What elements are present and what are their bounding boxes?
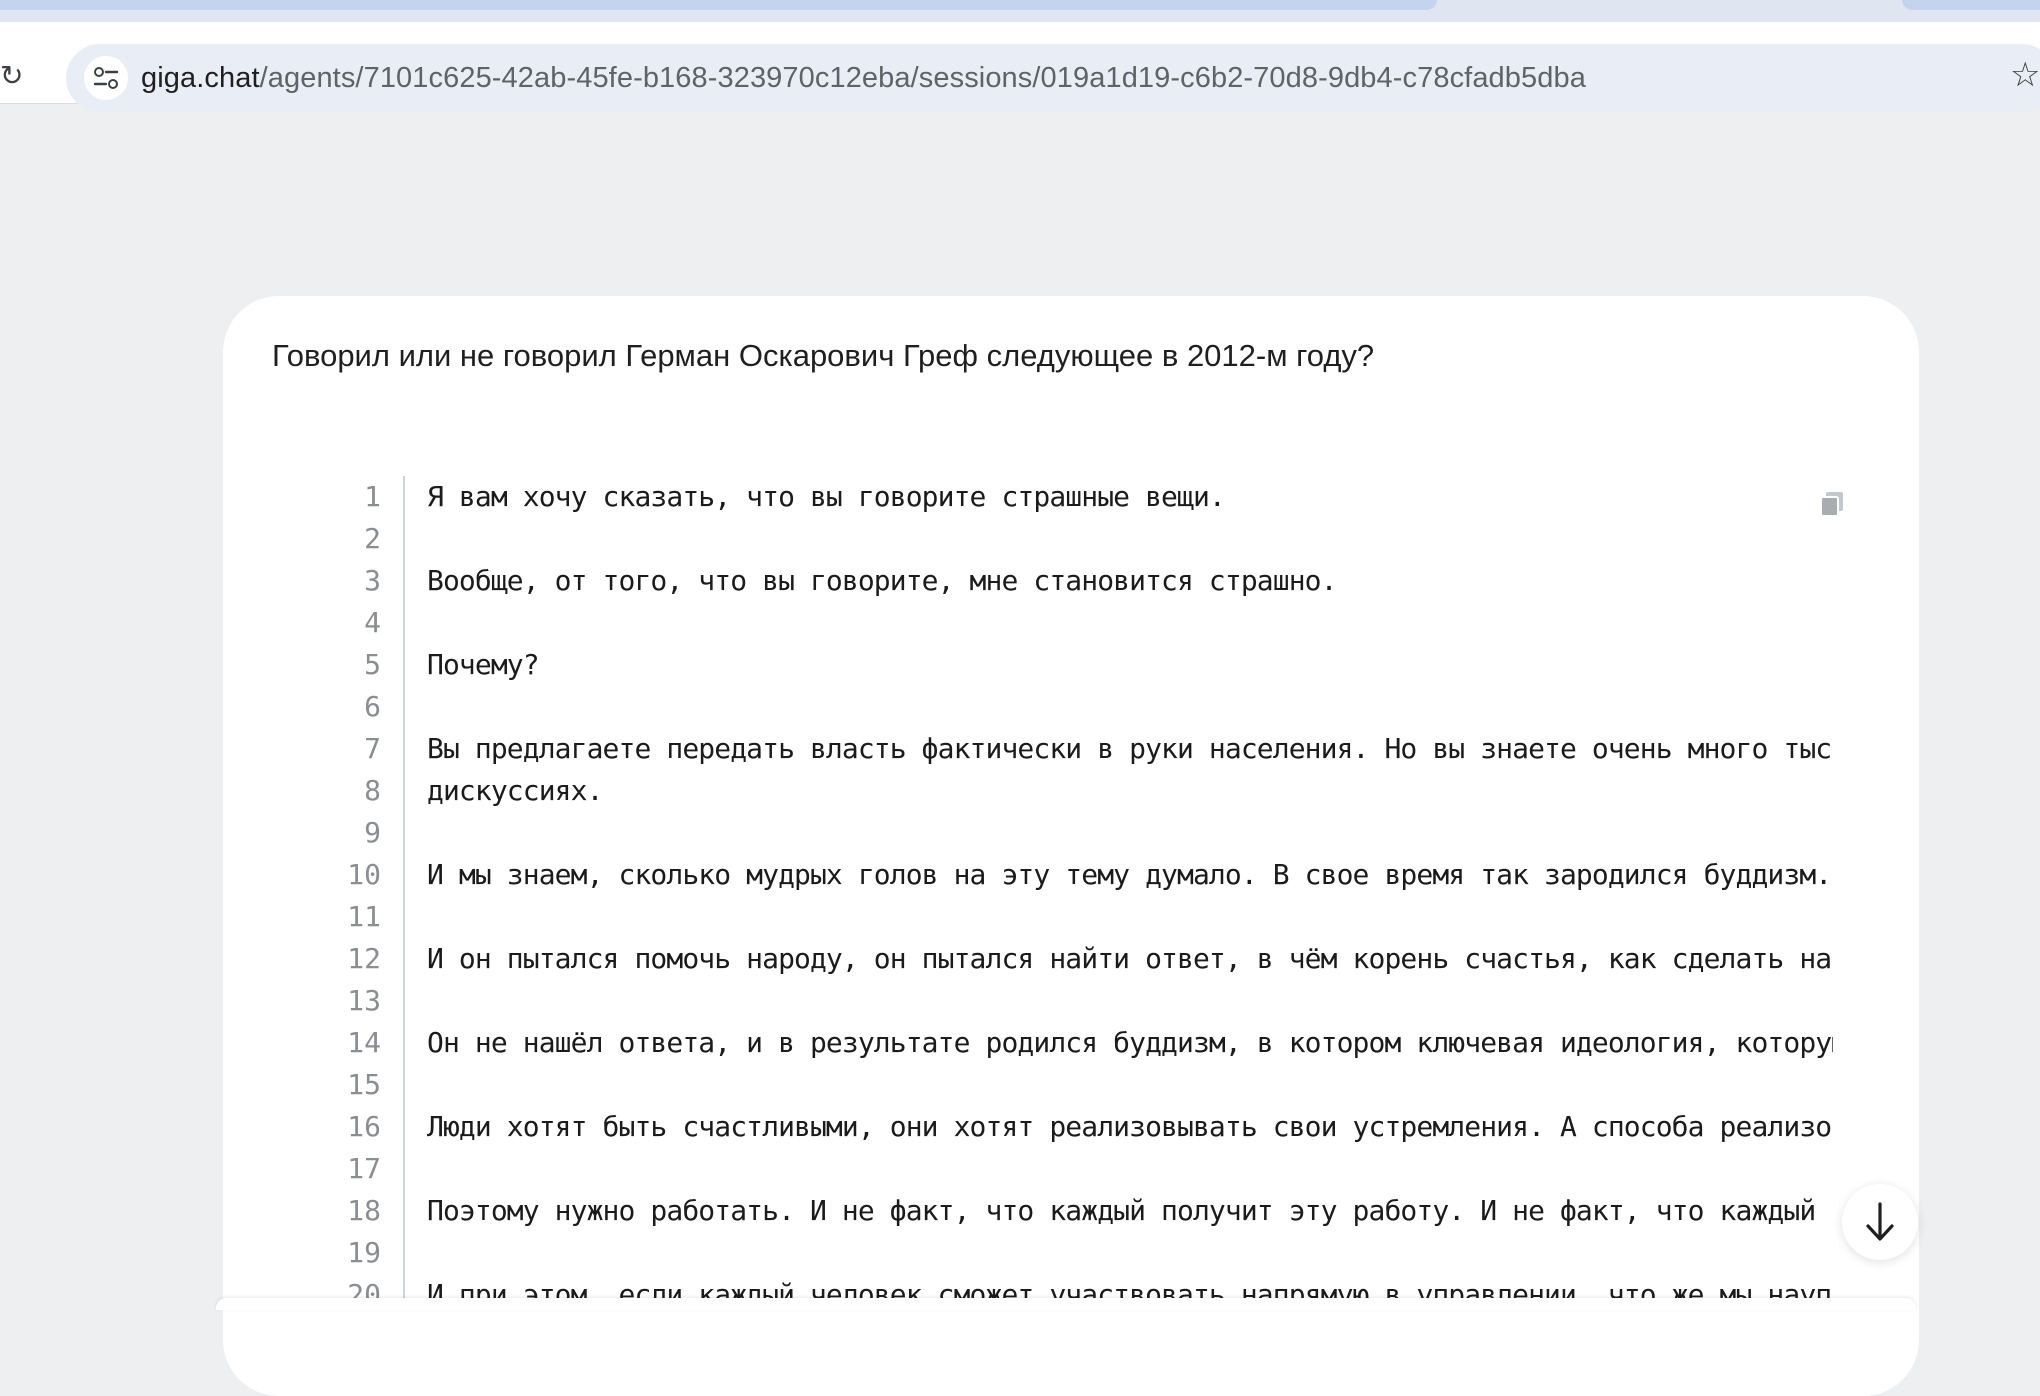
message-card: Говорил или не говорил Герман Оскарович …: [223, 296, 1919, 1396]
user-question: Говорил или не говорил Герман Оскарович …: [272, 338, 1375, 373]
line-number: 19: [347, 1236, 381, 1269]
code-line: 9: [273, 812, 1833, 854]
code-line-text: Люди хотят быть счастливыми, они хотят р…: [427, 1110, 1833, 1143]
line-number: 17: [347, 1152, 381, 1185]
code-line: 16 Люди хотят быть счастливыми, они хотят…: [273, 1106, 1833, 1148]
code-line: 10 И мы знаем, сколько мудрых голов на эт…: [273, 854, 1833, 896]
code-line: 12 И он пытался помочь народу, он пытался…: [273, 938, 1833, 980]
code-line-text: Я вам хочу сказать, что вы говорите стра…: [427, 480, 1226, 513]
tab-strip: [0, 0, 2040, 22]
line-number: 13: [347, 984, 381, 1017]
code-line: 3 Вообще, от того, что вы говорите, мне с…: [273, 560, 1833, 602]
line-number: 18: [347, 1194, 381, 1227]
line-number: 10: [347, 858, 381, 891]
code-line: 4: [273, 602, 1833, 644]
tune-icon[interactable]: [84, 56, 128, 100]
code-line-text: Поэтому нужно работать. И не факт, что к…: [427, 1194, 1833, 1227]
code-line-text: Вообще, от того, что вы говорите, мне ст…: [427, 564, 1337, 597]
line-number: 16: [347, 1110, 381, 1143]
address-bar[interactable]: giga.chat/agents/7101c625-42ab-45fe-b168…: [66, 44, 2040, 112]
scroll-down-button[interactable]: [1842, 1184, 1918, 1260]
code-line: 17: [273, 1148, 1833, 1190]
line-number: 15: [347, 1068, 381, 1101]
code-block: 1 Я вам хочу сказать, что вы говорите стр…: [273, 476, 1833, 1306]
code-line: 13: [273, 980, 1833, 1022]
code-line: 7 Вы предлагаете передать власть фактичес…: [273, 728, 1833, 770]
line-number: 11: [347, 900, 381, 933]
line-number: 7: [364, 732, 381, 765]
code-line: 2: [273, 518, 1833, 560]
code-line: 15: [273, 1064, 1833, 1106]
code-line: 14 Он не нашёл ответа, и в результате род…: [273, 1022, 1833, 1064]
code-line: 6: [273, 686, 1833, 728]
code-line: 19: [273, 1232, 1833, 1274]
code-line-text: Вы предлагаете передать власть фактическ…: [427, 732, 1833, 765]
reload-icon[interactable]: ↻: [0, 62, 28, 90]
line-number: 2: [364, 522, 381, 555]
code-line: 11: [273, 896, 1833, 938]
code-line: 18 Поэтому нужно работать. И не факт, что…: [273, 1190, 1833, 1232]
arrow-down-icon: [1866, 1202, 1894, 1241]
browser-tab[interactable]: [1902, 0, 2040, 10]
code-line-text: дискуссиях.: [427, 774, 603, 807]
active-tab[interactable]: [0, 0, 1437, 10]
code-line-text: И мы знаем, сколько мудрых голов на эту …: [427, 858, 1833, 891]
line-number: 3: [364, 564, 381, 597]
code-line: 8 дискуссиях.: [273, 770, 1833, 812]
line-number: 8: [364, 774, 381, 807]
line-number: 6: [364, 690, 381, 723]
code-line: 5 Почему?: [273, 644, 1833, 686]
line-number: 12: [347, 942, 381, 975]
code-line: 1 Я вам хочу сказать, что вы говорите стр…: [273, 476, 1833, 518]
site-settings-glyph: [93, 67, 119, 89]
line-number: 5: [364, 648, 381, 681]
url-host: giga.chat: [141, 62, 260, 94]
line-number: 4: [364, 606, 381, 639]
code-line-text: Он не нашёл ответа, и в результате родил…: [427, 1026, 1833, 1059]
code-line-text: И он пытался помочь народу, он пытался н…: [427, 942, 1833, 975]
line-number: 1: [364, 480, 381, 513]
url-text[interactable]: giga.chat/agents/7101c625-42ab-45fe-b168…: [141, 44, 1586, 112]
url-path: /agents/7101c625-42ab-45fe-b168-323970c1…: [259, 62, 1586, 94]
copy-icon[interactable]: [1817, 489, 1847, 519]
composer-edge: [216, 1298, 1916, 1310]
line-number: 14: [347, 1026, 381, 1059]
line-number: 9: [364, 816, 381, 849]
code-line-text: Почему?: [427, 648, 540, 681]
browser-toolbar: ↻ giga.chat/agents/7101c625-42ab-45fe-b1…: [0, 22, 2040, 112]
star-icon[interactable]: ☆: [2010, 58, 2040, 92]
